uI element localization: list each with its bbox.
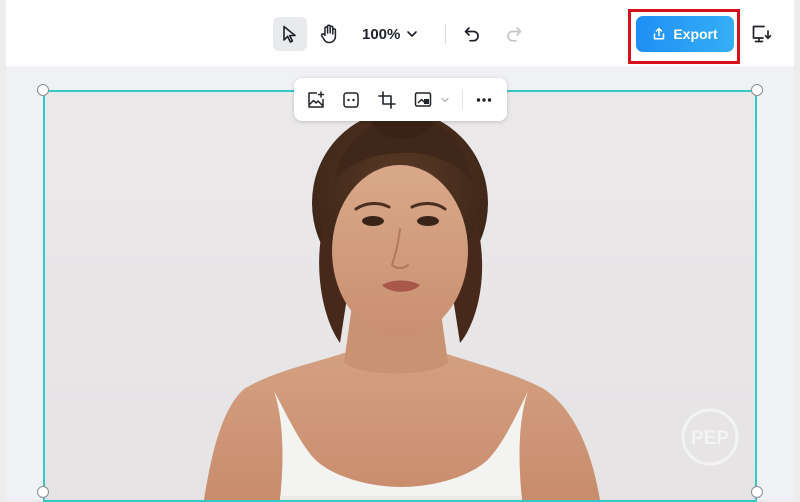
- monitor-download-icon: [752, 25, 772, 43]
- context-toolbar-divider: [462, 89, 463, 109]
- top-toolbar: 100% Export: [6, 0, 794, 66]
- export-button[interactable]: Export: [636, 16, 734, 52]
- hand-tool-button[interactable]: [312, 17, 346, 51]
- resize-handle-bottom-right[interactable]: [751, 486, 763, 498]
- chevron-down-icon: [441, 97, 449, 103]
- face-frame-button[interactable]: [337, 86, 365, 114]
- crop-button[interactable]: [373, 86, 401, 114]
- chevron-down-icon: [407, 31, 418, 37]
- more-icon: [476, 98, 492, 102]
- select-tool-button[interactable]: [273, 17, 307, 51]
- toolbar-divider: [445, 24, 446, 44]
- add-image-button[interactable]: [302, 86, 330, 114]
- image-replace-icon: [414, 92, 432, 107]
- redo-icon: [507, 27, 522, 42]
- image-context-toolbar: [294, 78, 507, 121]
- redo-button[interactable]: [497, 17, 531, 51]
- undo-icon: [464, 27, 479, 42]
- zoom-value: 100%: [362, 25, 401, 43]
- more-options-button[interactable]: [470, 86, 498, 114]
- selection-border: [43, 90, 757, 502]
- export-label: Export: [673, 26, 718, 42]
- present-button[interactable]: [745, 17, 779, 51]
- resize-handle-bottom-left[interactable]: [37, 486, 49, 498]
- image-replace-dropdown[interactable]: [436, 86, 454, 114]
- share-upload-icon: [654, 27, 665, 40]
- image-replace-button[interactable]: [409, 86, 437, 114]
- cursor-arrow-icon: [283, 25, 296, 43]
- face-frame-icon: [343, 92, 359, 108]
- crop-icon: [378, 91, 396, 109]
- canvas-area[interactable]: PEP: [6, 66, 794, 502]
- hand-pan-icon: [320, 24, 337, 44]
- undo-button[interactable]: [455, 17, 489, 51]
- resize-handle-top-right[interactable]: [751, 84, 763, 96]
- zoom-dropdown[interactable]: 100%: [362, 17, 418, 51]
- add-image-icon: [308, 91, 325, 108]
- app-frame: 100% Export PEP: [6, 0, 794, 502]
- resize-handle-top-left[interactable]: [37, 84, 49, 96]
